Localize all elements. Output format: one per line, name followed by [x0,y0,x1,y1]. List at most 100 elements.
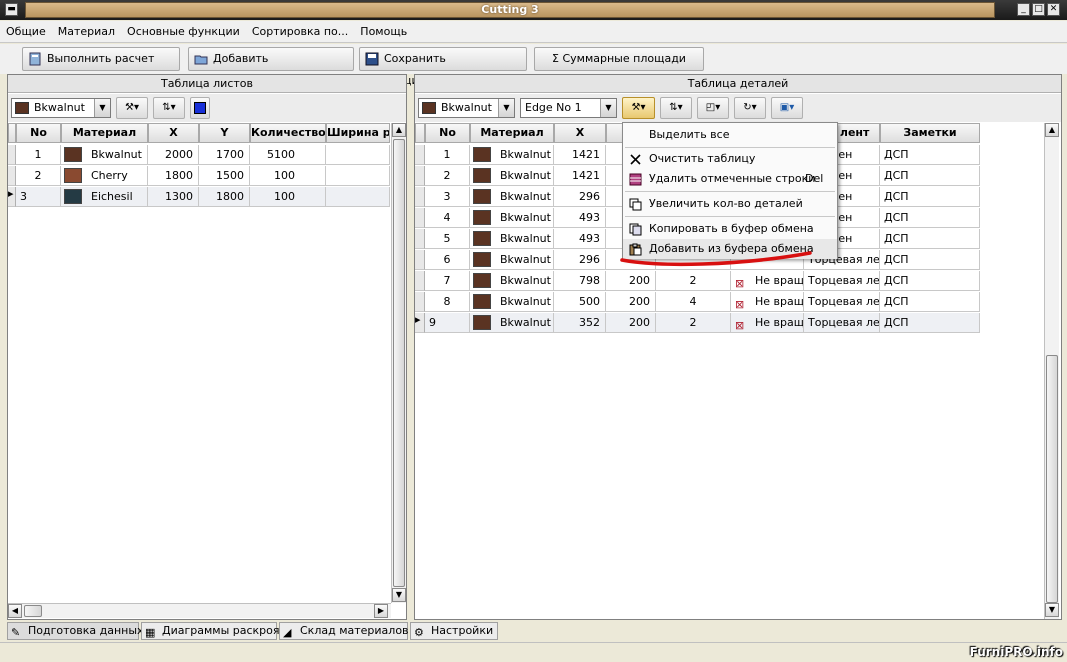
cell-x-text: 798 [579,274,600,287]
cell-no-text: 6 [443,253,451,266]
row-indicator [415,145,425,165]
col-notes-header[interactable]: Заметки [880,123,980,143]
scroll-left-icon[interactable]: ◀ [8,604,22,618]
maximize-button[interactable]: □ [1032,3,1045,16]
cell-edge: Торцевая лен [804,313,880,333]
system-menu-icon[interactable]: ▬ [5,3,18,16]
row-indicator [8,145,16,165]
title-bar: ▬ Cutting 3 _ □ ✕ [0,0,1067,20]
edge-select-value: Edge No 1 [525,101,582,114]
col-saw-width-header[interactable]: Ширина ре [326,123,390,143]
col-material-header[interactable]: Материал [470,123,554,143]
cell-material-text: Bkwalnut [500,148,551,161]
menu-help[interactable]: Помощь [354,21,413,43]
menu-sort-by[interactable]: Сортировка по... [246,21,354,43]
scroll-up-icon[interactable]: ▲ [1045,123,1059,137]
tools-context-menu: Выделить все Очистить таблицу Удалить от… [622,122,838,259]
cell-notes-text: ДСП [884,148,909,161]
sheets-material-select[interactable]: Bkwalnut ▼ [11,98,111,118]
sort-icon: ⇅▾ [162,102,176,113]
sort-menu-button[interactable]: ⇅▾ [660,97,692,119]
calculator-icon [29,52,41,66]
cell-edge-text: Торцевая лен [808,295,880,308]
col-no-header[interactable]: No [16,123,61,143]
menu-item-increase-quantity[interactable]: Увеличить кол-во деталей [623,194,837,214]
cell-notes: ДСП [880,208,980,228]
add-specification-button[interactable]: Добавить спецификацию [188,47,354,87]
cell-x-text: 1421 [572,148,600,161]
menu-material[interactable]: Материал [52,21,121,43]
scroll-thumb[interactable] [393,139,405,587]
tab-settings-label: Настройки [431,624,494,637]
menu-item-select-all[interactable]: Выделить все [623,125,837,145]
menu-item-clear-table[interactable]: Очистить таблицу [623,149,837,169]
edge-select[interactable]: Edge No 1 ▼ [520,98,617,118]
cell-no-text: 3 [443,190,451,203]
cell-material-text: Bkwalnut [500,211,551,224]
cell-x: 296 [554,187,606,207]
cell-no: 2 [16,166,61,186]
scroll-thumb[interactable] [24,605,42,617]
details-material-select[interactable]: Bkwalnut ▼ [418,98,515,118]
minimize-button[interactable]: _ [1017,3,1030,16]
scroll-right-icon[interactable]: ▶ [374,604,388,618]
cell-no-text: 2 [443,169,451,182]
cell-quantity: 2 [656,313,731,333]
menu-general[interactable]: Общие [0,21,52,43]
cell-notes: ДСП [880,313,980,333]
tools-menu-button-active[interactable]: ⚒▾ [622,97,655,119]
cell-notes: ДСП [880,145,980,165]
delete-shortcut-label: Del [805,172,824,185]
color-button[interactable] [190,97,210,119]
tools-menu-button[interactable]: ⚒▾ [116,97,148,119]
scroll-up-icon[interactable]: ▲ [392,123,406,137]
col-no-header[interactable]: No [425,123,470,143]
tab-cutting-diagrams[interactable]: ▦ Диаграммы раскроя [141,622,280,640]
image-menu-button[interactable]: ▣▾ [771,97,803,119]
menu-item-copy-clipboard[interactable]: Копировать в буфер обмена [623,219,837,239]
tab-materials-warehouse[interactable]: ◢ Склад материалов [279,622,409,640]
summary-areas-button[interactable]: Σ Суммарные площади [534,47,704,71]
tab-settings[interactable]: ⚙ Настройки [410,622,498,640]
cross-icon [630,154,641,165]
row-indicator [415,187,425,207]
run-calculation-button[interactable]: Выполнить расчет (F9) [22,47,180,87]
sort-menu-button[interactable]: ⇅▾ [153,97,185,119]
picture-icon: ▣▾ [779,102,795,113]
close-button[interactable]: ✕ [1047,3,1060,16]
col-material-header[interactable]: Материал [61,123,148,143]
material-swatch [422,102,436,114]
col-y-header[interactable]: Y [199,123,250,143]
menu-main-functions[interactable]: Основные функции [121,21,246,43]
folder-open-icon [194,55,208,65]
cell-material-text: Bkwalnut [500,232,551,245]
edge-style-button[interactable]: ◰▾ [697,97,729,119]
material-swatch [64,147,82,162]
sheets-horizontal-scrollbar[interactable]: ◀ ▶ [8,603,391,618]
status-bar: FurniPRO.info [0,642,1067,662]
col-x-header[interactable]: X [554,123,606,143]
scroll-down-icon[interactable]: ▼ [392,588,406,602]
col-x-header[interactable]: X [148,123,199,143]
cell-no-text: 4 [443,211,451,224]
scroll-down-icon[interactable]: ▼ [1045,603,1059,617]
cell-y: 200 [606,313,656,333]
current-row-indicator-icon: ▸ [8,187,16,207]
cell-y: 200 [606,271,656,291]
cell-x: 1421 [554,166,606,186]
tab-data-preparation[interactable]: ✎ Подготовка данных [7,622,144,640]
menu-item-delete-marked-rows[interactable]: Удалить отмеченные строки Del [623,169,837,189]
sheets-vertical-scrollbar[interactable]: ▲ ▼ [391,123,406,603]
material-swatch [64,189,82,204]
cell-quantity-text: 2 [689,316,697,329]
col-quantity-header[interactable]: Количество [250,123,326,143]
save-specification-button[interactable]: Сохранить спецификацию [359,47,527,87]
floppy-disk-icon [365,52,379,66]
row-indicator-header [415,123,425,143]
details-vertical-scrollbar[interactable]: ▲ ▼ [1044,123,1059,619]
rotate-menu-button[interactable]: ↻▾ [734,97,766,119]
cell-y: 1800 [199,187,250,207]
cell-notes-text: ДСП [884,274,909,287]
scroll-thumb[interactable] [1046,355,1058,603]
cell-rotation: ⊠ Не враща [731,313,804,333]
